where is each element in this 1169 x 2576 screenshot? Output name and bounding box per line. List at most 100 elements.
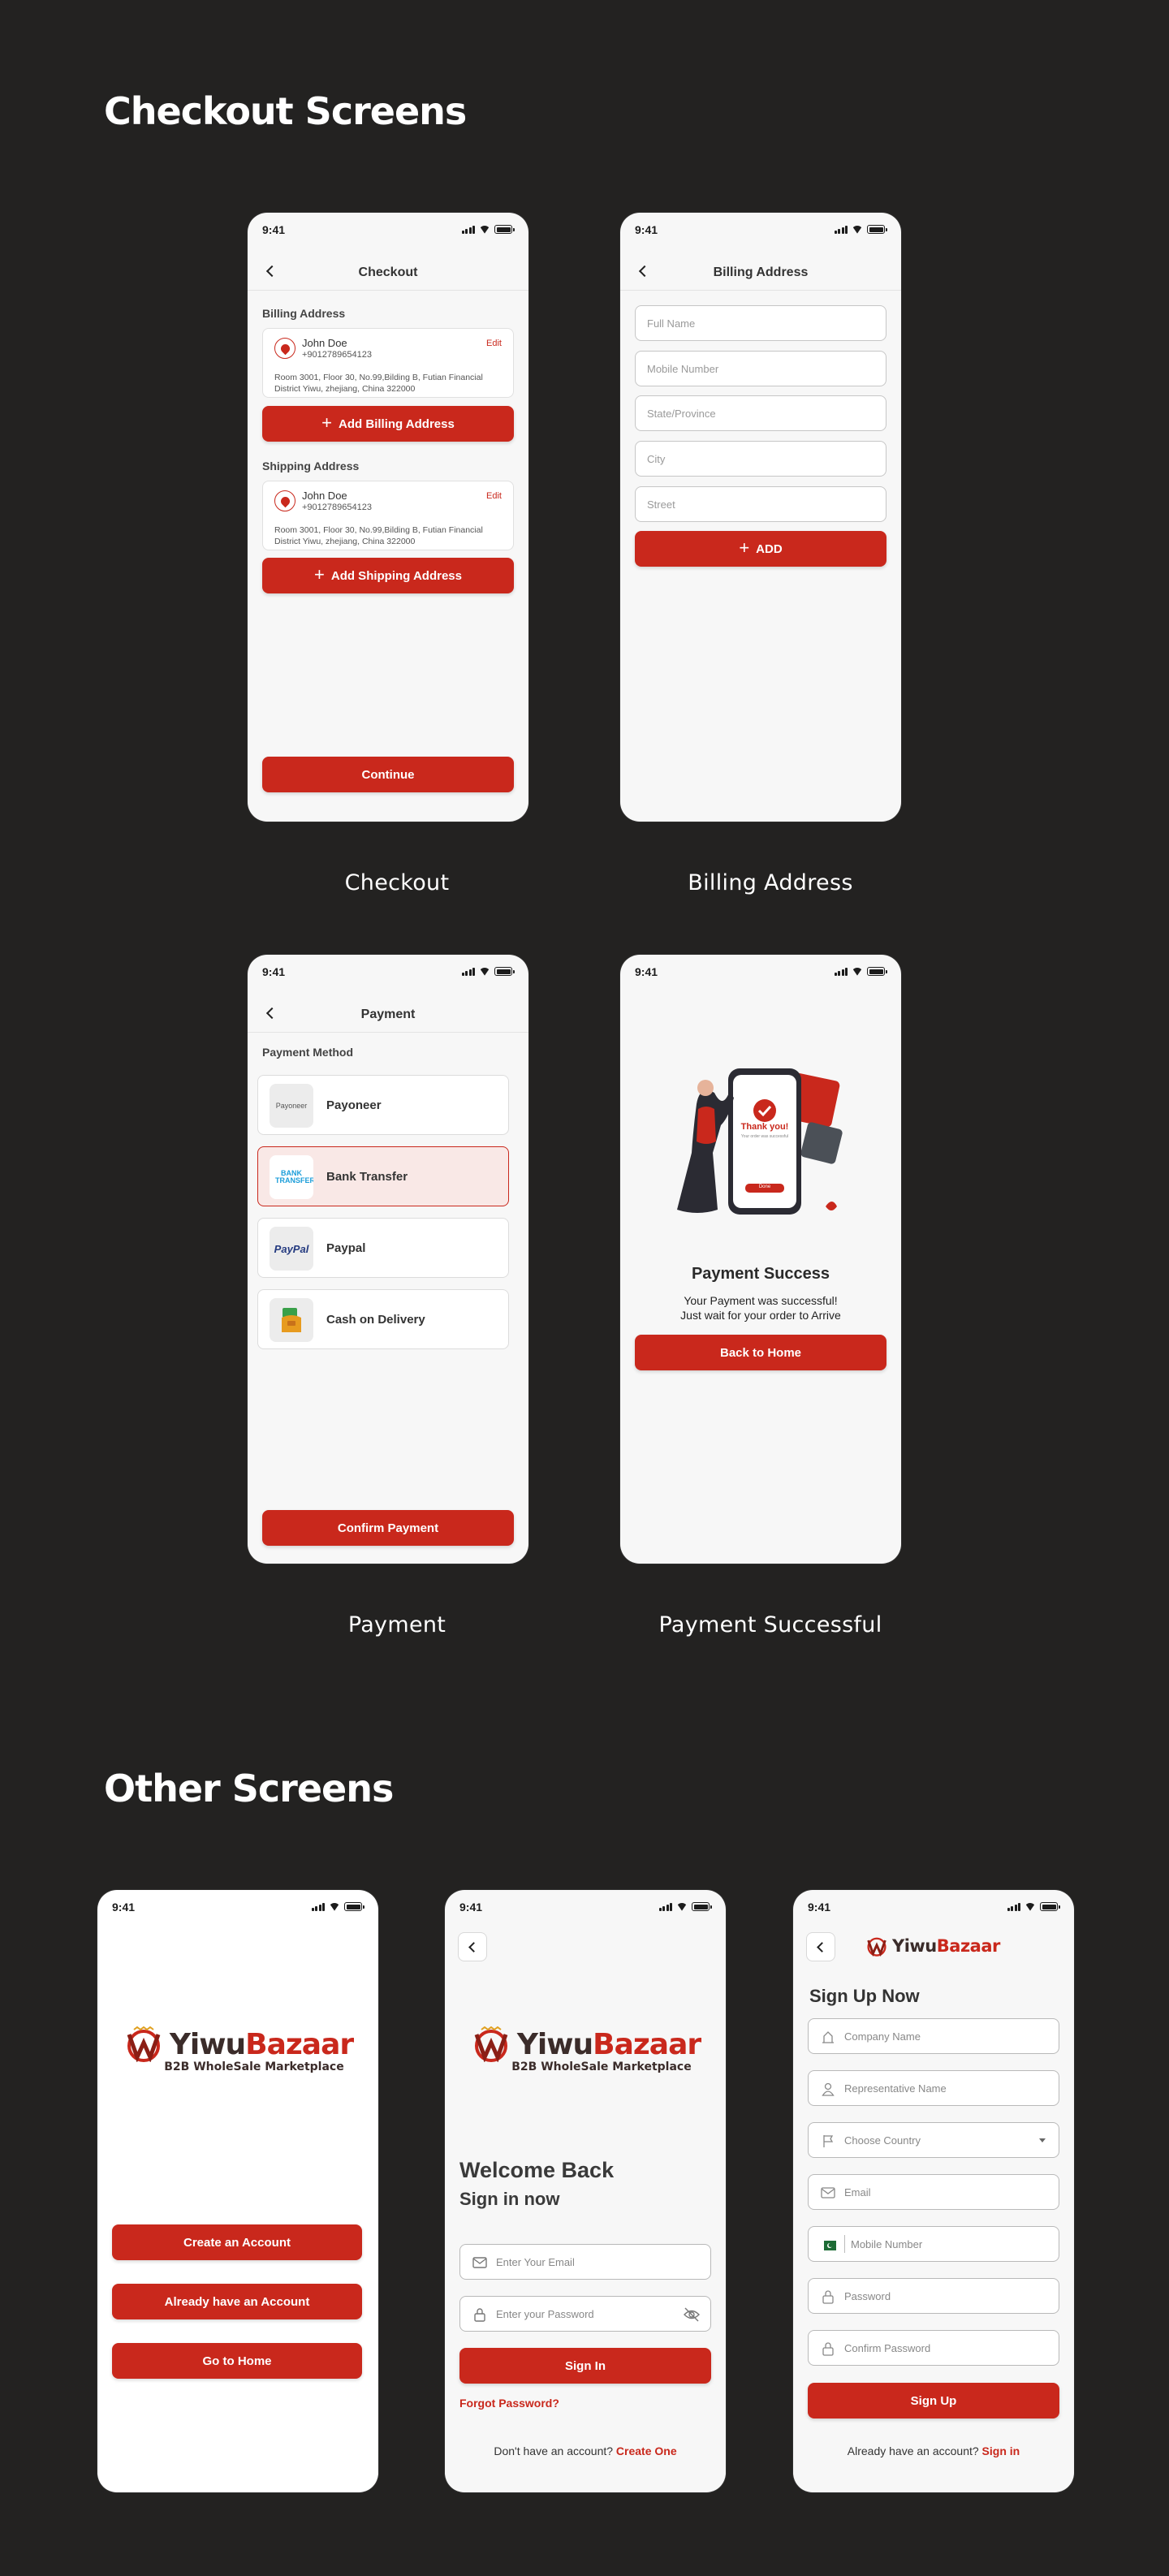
payment-option-paypal[interactable]: PayPal Paypal: [257, 1218, 509, 1278]
city-input[interactable]: [647, 442, 874, 476]
wifi-icon: [329, 1903, 340, 1911]
back-to-home-button[interactable]: Back to Home: [635, 1335, 886, 1370]
location-pin-icon: [274, 490, 295, 511]
bank-transfer-logo: BANK TRANSFER: [270, 1155, 313, 1199]
status-time: 9:41: [808, 1901, 831, 1914]
edit-billing-link[interactable]: Edit: [486, 339, 502, 348]
button-label: Add Shipping Address: [330, 568, 462, 583]
street-input[interactable]: [647, 487, 874, 521]
back-button[interactable]: [458, 1932, 487, 1961]
battery-icon: [494, 967, 515, 976]
address-phone: +9012789654123: [302, 350, 372, 360]
full-name-input[interactable]: [647, 306, 874, 340]
mail-icon: [472, 2257, 487, 2268]
status-bar: 9:41: [793, 1890, 1074, 1922]
continue-button[interactable]: Continue: [262, 757, 514, 792]
sign-in-subtitle: Sign in now: [459, 2189, 560, 2209]
full-name-field[interactable]: [635, 305, 886, 341]
edit-shipping-link[interactable]: Edit: [486, 491, 502, 501]
company-name-field[interactable]: [808, 2018, 1059, 2054]
yiwubazaar-logo-icon: [127, 2026, 161, 2062]
lock-icon: [474, 2308, 485, 2322]
have-account-button[interactable]: Already have an Account: [112, 2284, 362, 2319]
shipping-address-card: John Doe +9012789654123 Edit Room 3001, …: [262, 481, 514, 550]
password-input[interactable]: [844, 2279, 1031, 2313]
brand-name-part1: Yiwu: [516, 2027, 593, 2061]
password-field[interactable]: [808, 2278, 1059, 2314]
mobile-number-input[interactable]: [647, 352, 874, 386]
chevron-down-icon: [1039, 2138, 1046, 2142]
create-one-link[interactable]: Create One: [616, 2444, 677, 2457]
sign-in-button[interactable]: Sign In: [459, 2348, 711, 2384]
status-bar: 9:41: [248, 955, 528, 987]
email-input[interactable]: [844, 2175, 1031, 2209]
state-field[interactable]: [635, 395, 886, 431]
city-field[interactable]: [635, 441, 886, 477]
illustration-button: Done: [758, 1184, 771, 1189]
password-field[interactable]: [459, 2296, 711, 2332]
sign-in-link[interactable]: Sign in: [982, 2444, 1020, 2457]
brand-name-part1: Yiwu: [169, 2027, 246, 2061]
button-label: ADD: [756, 542, 783, 556]
confirm-payment-button[interactable]: Confirm Payment: [262, 1510, 514, 1546]
status-bar: 9:41: [445, 1890, 726, 1922]
add-shipping-address-button[interactable]: + Add Shipping Address: [262, 558, 514, 593]
email-field[interactable]: [459, 2244, 711, 2280]
mobile-number-field[interactable]: [635, 351, 886, 386]
brand-tagline: B2B WholeSale Marketplace: [511, 2060, 692, 2073]
nav-bar: Checkout: [248, 255, 528, 291]
email-input[interactable]: [496, 2245, 683, 2279]
state-input[interactable]: [647, 396, 874, 430]
eye-off-icon[interactable]: [683, 2306, 701, 2323]
forgot-password-link[interactable]: Forgot Password?: [459, 2397, 559, 2410]
payment-option-bank-transfer[interactable]: BANK TRANSFER Bank Transfer: [257, 1146, 509, 1206]
illustration-subtext: Your order was successful: [740, 1134, 789, 1139]
page-title: Payment: [360, 1008, 416, 1021]
section-title-other: Other Screens: [104, 1767, 394, 1810]
add-billing-address-button[interactable]: + Add Billing Address: [262, 406, 514, 442]
lock-icon: [822, 2342, 834, 2356]
nav-bar: Billing Address: [620, 255, 901, 291]
country-select-placeholder: Choose Country: [844, 2134, 921, 2147]
welcome-title: Welcome Back: [459, 2158, 615, 2182]
street-field[interactable]: [635, 486, 886, 522]
payoneer-logo: Payoneer: [270, 1084, 313, 1128]
payment-option-label: Cash on Delivery: [326, 1313, 425, 1327]
signal-icon: [461, 967, 475, 976]
mobile-number-input[interactable]: [851, 2227, 1037, 2261]
wifi-icon: [852, 226, 863, 234]
confirm-password-field[interactable]: [808, 2330, 1059, 2366]
brand-logo-small: YiwuBazaar: [865, 1935, 1000, 1957]
password-input[interactable]: [496, 2297, 683, 2331]
status-time: 9:41: [635, 223, 658, 236]
country-select[interactable]: Choose Country: [808, 2122, 1059, 2158]
status-time: 9:41: [112, 1901, 136, 1914]
address-text: Room 3001, Floor 30, No.99,Bilding B, Fu…: [274, 373, 483, 394]
mobile-number-field[interactable]: [808, 2226, 1059, 2262]
representative-name-field[interactable]: [808, 2070, 1059, 2106]
company-name-input[interactable]: [844, 2019, 1031, 2053]
brand-logo: YiwuBazaar B2B WholeSale Marketplace: [97, 2026, 378, 2073]
yiwubazaar-logo-icon: [867, 1937, 886, 1957]
payment-success-illustration: Thank you! Your order was successful Don…: [667, 1044, 862, 1231]
battery-icon: [867, 967, 887, 976]
back-button[interactable]: [806, 1932, 835, 1961]
representative-name-input[interactable]: [844, 2071, 1031, 2105]
brand-name-part2: Bazaar: [593, 2027, 701, 2061]
create-account-button[interactable]: Create an Account: [112, 2224, 362, 2260]
battery-icon: [494, 225, 515, 234]
chevron-left-icon: [817, 1942, 827, 1952]
success-line1: Your Payment was successful!: [684, 1294, 838, 1307]
status-icons: [461, 967, 515, 976]
shipping-address-label: Shipping Address: [262, 460, 360, 472]
sign-up-button[interactable]: Sign Up: [808, 2383, 1059, 2419]
payment-option-cash-on-delivery[interactable]: Cash on Delivery: [257, 1289, 509, 1349]
email-field[interactable]: [808, 2174, 1059, 2210]
caption-billing: Billing Address: [688, 870, 853, 895]
go-to-home-button[interactable]: Go to Home: [112, 2343, 362, 2379]
confirm-password-input[interactable]: [844, 2331, 1031, 2365]
plus-icon: +: [321, 412, 333, 433]
payment-option-payoneer[interactable]: Payoneer Payoneer: [257, 1075, 509, 1135]
add-button[interactable]: + ADD: [635, 531, 886, 567]
no-account-text: Don't have an account?: [494, 2444, 614, 2457]
